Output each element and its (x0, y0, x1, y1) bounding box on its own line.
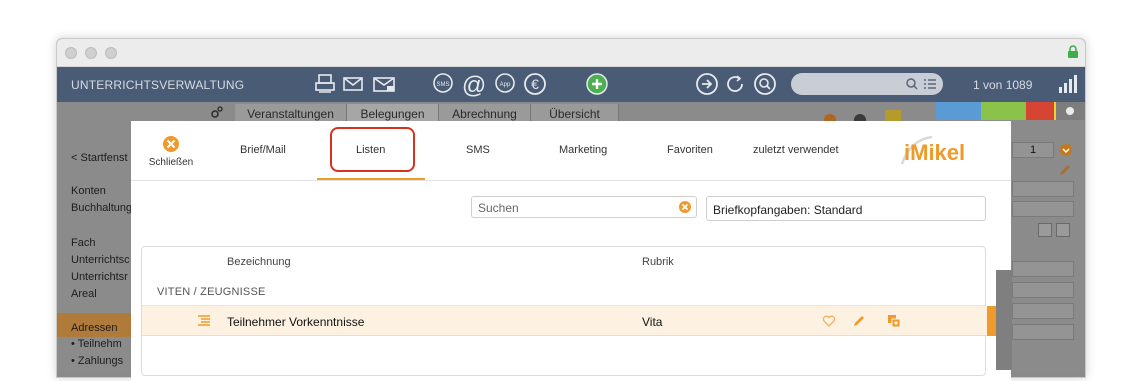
group-header: VITEN / ZEUGNISSE (157, 286, 266, 298)
tab-bar-divider (131, 180, 1011, 181)
edit-pencil-icon[interactable] (852, 314, 866, 328)
list-view-icon[interactable] (1038, 223, 1052, 237)
toolbar-search-field[interactable] (791, 73, 943, 95)
tab-brief-mail[interactable]: Brief/Mail (240, 144, 286, 156)
search-icon[interactable] (753, 72, 777, 96)
settings-gear-icon[interactable] (209, 104, 225, 120)
nav-fach[interactable]: Fach (71, 237, 95, 249)
refresh-icon[interactable] (723, 72, 747, 96)
tab-zuletzt-verwendet[interactable]: zuletzt verwendet (753, 144, 839, 156)
color-tag-blue[interactable] (936, 102, 981, 120)
list-icon[interactable] (923, 78, 937, 90)
color-tag-gray[interactable] (1056, 102, 1085, 120)
letter-icon[interactable] (371, 72, 397, 96)
printer-icon[interactable] (313, 72, 337, 96)
forward-icon[interactable] (695, 72, 719, 96)
minimize-window-dot[interactable] (85, 47, 97, 59)
row-category: Vita (642, 315, 663, 329)
nav-adressen[interactable]: Adressen (71, 322, 117, 334)
favorite-heart-icon[interactable] (822, 314, 836, 328)
euro-icon[interactable]: € (523, 72, 547, 96)
search-placeholder: Suchen (478, 201, 519, 215)
bg-field-2[interactable] (1012, 201, 1074, 217)
add-icon[interactable] (585, 72, 609, 96)
chevron-down-icon[interactable] (1059, 143, 1073, 157)
at-icon[interactable]: @ (461, 72, 487, 98)
color-tag-red[interactable] (1026, 102, 1054, 120)
pencil-icon[interactable] (1058, 163, 1072, 177)
bg-field-4[interactable] (1012, 282, 1074, 298)
column-header-rubrik[interactable]: Rubrik (642, 256, 674, 268)
active-tab-indicator (317, 178, 425, 180)
list-search-input[interactable]: Suchen (471, 196, 697, 218)
tab-marketing[interactable]: Marketing (559, 144, 607, 156)
sms-icon[interactable]: SMS (431, 72, 455, 96)
close-button[interactable]: Schließen (147, 157, 195, 168)
bg-field-5[interactable] (1012, 303, 1074, 319)
back-to-start-link[interactable]: < Startfenst (71, 152, 128, 164)
page-number-field[interactable]: 1 (1012, 142, 1054, 158)
app-icon[interactable]: App (493, 72, 517, 96)
tab-highlight-annotation (330, 127, 415, 172)
maximize-window-dot[interactable] (105, 47, 117, 59)
bg-field-6[interactable] (1012, 324, 1074, 340)
svg-text:SMS: SMS (436, 82, 449, 88)
duplicate-icon[interactable] (887, 314, 901, 328)
letterhead-value: Briefkopfangaben: Standard (713, 203, 863, 217)
nav-areal[interactable]: Areal (71, 288, 97, 300)
nav-teilnehmer[interactable]: • Teilnehm (71, 338, 122, 350)
svg-text:@: @ (462, 72, 486, 98)
close-window-dot[interactable] (65, 47, 77, 59)
list-lines-icon (198, 315, 210, 326)
envelope-icon[interactable] (341, 72, 365, 96)
window-titlebar (57, 39, 1085, 67)
nav-konten[interactable]: Konten (71, 185, 106, 197)
tab-favoriten[interactable]: Favoriten (667, 144, 713, 156)
lock-icon (1068, 45, 1078, 58)
clear-search-icon[interactable] (678, 200, 692, 214)
nav-unterrichtsc[interactable]: Unterrichtsc (71, 254, 130, 266)
bar-chart-icon[interactable] (1057, 74, 1079, 94)
row-name: Teilnehmer Vorkenntnisse (227, 315, 365, 329)
nav-buchhaltung[interactable]: Buchhaltung (71, 202, 132, 214)
nav-zahlungs[interactable]: • Zahlungs (71, 355, 123, 367)
column-header-bezeichnung[interactable]: Bezeichnung (227, 256, 291, 268)
color-tag-green[interactable] (981, 102, 1026, 120)
tab-sms[interactable]: SMS (466, 144, 490, 156)
letterhead-select[interactable]: Briefkopfangaben: Standard (706, 196, 986, 221)
svg-text:iMikel: iMikel (904, 140, 965, 165)
nav-unterrichtsr[interactable]: Unterrichtsr (71, 271, 128, 283)
close-circle-icon[interactable] (162, 135, 180, 153)
app-toolbar: UNTERRICHTSVERWALTUNG SMS @ App € 1 von … (57, 67, 1085, 103)
imikel-logo: iMikel (898, 134, 982, 168)
bg-field-1[interactable] (1012, 181, 1074, 197)
calendar-icon[interactable] (1056, 223, 1070, 237)
record-count: 1 von 1089 (973, 78, 1033, 92)
bg-field-3[interactable] (1012, 261, 1074, 277)
background-scroll-area (996, 270, 1012, 370)
svg-text:App: App (500, 82, 511, 88)
app-title: UNTERRICHTSVERWALTUNG (71, 78, 245, 92)
svg-text:€: € (531, 76, 539, 92)
table-row[interactable]: Teilnehmer Vorkenntnisse Vita (142, 306, 997, 336)
search-icon (906, 78, 918, 90)
